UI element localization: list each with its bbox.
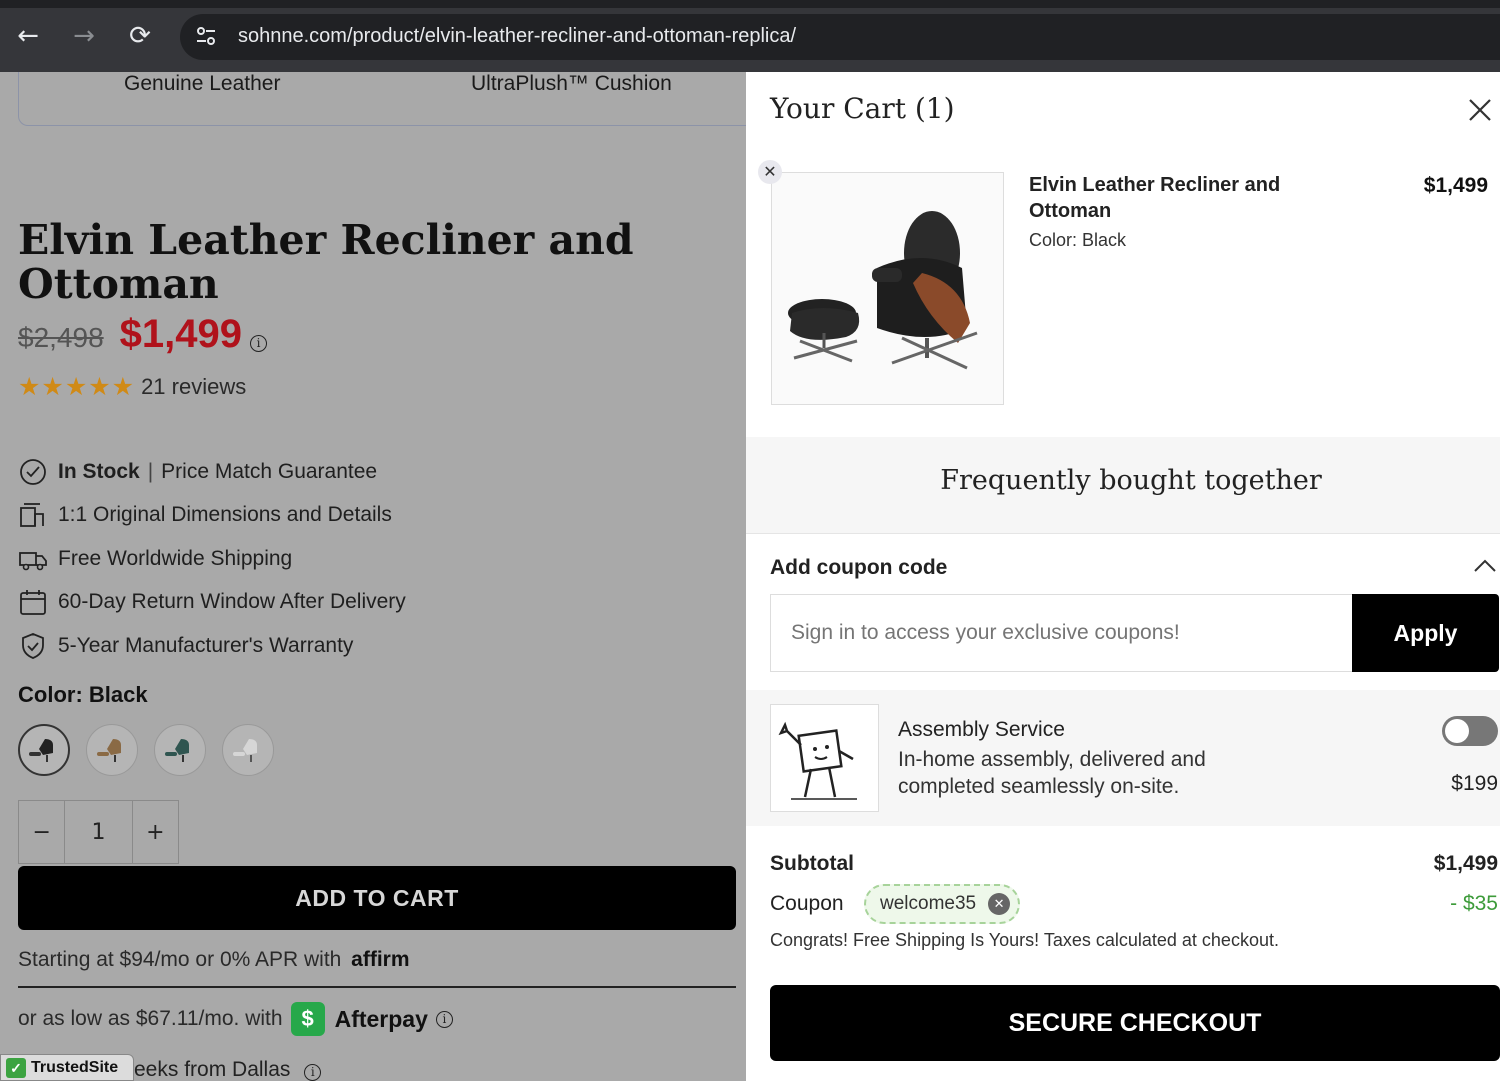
affirm-financing[interactable]: Starting at $94/mo or 0% APR with affirm: [18, 948, 736, 988]
address-bar[interactable]: sohnne.com/product/elvin-leather-recline…: [180, 14, 1500, 60]
rating[interactable]: ★★★★★ 21 reviews: [18, 372, 246, 401]
swatch-white[interactable]: [222, 724, 274, 776]
check-circle-icon: [20, 458, 46, 485]
afterpay-text: or as low as $67.11/mo. with: [18, 1007, 283, 1030]
assembly-illustration: [770, 704, 879, 812]
delivery-estimate: eeks from Dallas i: [134, 1058, 322, 1081]
qty-value[interactable]: 1: [64, 801, 133, 863]
chair-white-icon: [233, 739, 257, 762]
shield-check-icon: [22, 632, 44, 659]
product-title: Elvin Leather Recliner and Ottoman: [18, 216, 634, 308]
affirm-logo: affirm: [351, 948, 410, 971]
afterpay-logo: Afterpay: [334, 1005, 428, 1032]
affirm-text: Starting at $94/mo or 0% APR with: [18, 948, 342, 971]
afterpay-info-icon[interactable]: i: [435, 1010, 453, 1028]
feature-returns: 60-Day Return Window After Delivery: [18, 581, 406, 625]
reload-icon[interactable]: ⟳: [122, 18, 158, 54]
swatch-tan[interactable]: [86, 724, 138, 776]
cart-item-price: $1,499: [1423, 174, 1488, 197]
afterpay-financing[interactable]: or as low as $67.11/mo. with $ Afterpay …: [18, 1002, 453, 1036]
coupon-discount: - $35: [1450, 892, 1498, 915]
url-text: sohnne.com/product/elvin-leather-recline…: [238, 25, 797, 47]
cart-title: Your Cart (1): [770, 92, 955, 125]
cart-drawer: Your Cart (1) ✕ Elvin Leather Recliner a…: [746, 72, 1500, 1081]
frequently-bought-together: Frequently bought together: [746, 437, 1500, 533]
applied-coupon-tag: welcome35 ✕: [864, 884, 1021, 924]
qty-increase-button[interactable]: +: [133, 801, 178, 863]
in-stock-label: In Stock: [58, 459, 140, 483]
feature-in-stock: In Stock | Price Match Guarantee: [18, 450, 406, 494]
coupon-input[interactable]: [770, 594, 1354, 672]
delivery-info-icon[interactable]: i: [304, 1064, 322, 1081]
coupon-heading[interactable]: Add coupon code: [770, 556, 947, 580]
qty-decrease-button[interactable]: −: [19, 801, 64, 863]
chair-black-icon: [29, 739, 53, 762]
feature-shipping: Free Worldwide Shipping: [18, 537, 406, 581]
coupon-code: welcome35: [880, 893, 977, 914]
delivery-text: eeks from Dallas: [134, 1058, 291, 1081]
assembly-description: In-home assembly, delivered and complete…: [898, 748, 1206, 798]
remove-item-icon[interactable]: ✕: [758, 160, 782, 184]
features-bar: Genuine Leather UltraPlush™ Cushion: [18, 72, 746, 126]
assembly-toggle[interactable]: [1442, 716, 1498, 746]
swatch-black[interactable]: [18, 724, 70, 776]
chevron-up-icon[interactable]: [1472, 556, 1498, 576]
back-arrow-icon[interactable]: ←: [10, 18, 46, 54]
feature-warranty: 5-Year Manufacturer's Warranty: [18, 624, 406, 668]
coupon-label: Coupon: [770, 892, 844, 915]
cart-item-name[interactable]: Elvin Leather Recliner and Ottoman: [1029, 172, 1289, 224]
cart-item-color: Color: Black: [1029, 230, 1127, 250]
trustedsite-label: TrustedSite: [31, 1058, 119, 1076]
close-icon[interactable]: [1464, 94, 1496, 126]
assembly-title: Assembly Service: [898, 718, 1065, 741]
truck-icon: [19, 551, 47, 571]
calendar-icon: [20, 590, 46, 616]
feature-ultraplush: UltraPlush™ Cushion: [471, 72, 672, 95]
forward-arrow-icon[interactable]: →: [66, 18, 102, 54]
chair-tan-icon: [97, 739, 121, 762]
feature-list: In Stock | Price Match Guarantee 1:1 Origi…: [18, 450, 406, 668]
color-swatches: [18, 724, 274, 776]
browser-toolbar: ← → ⟳ sohnne.com/product/elvin-leather-r…: [0, 0, 1500, 72]
trusted-check-icon: ✓: [6, 1057, 26, 1078]
star-rating-icon: ★★★★★: [18, 372, 136, 401]
swatch-teal[interactable]: [154, 724, 206, 776]
original-price: $2,498: [18, 322, 104, 353]
info-icon[interactable]: i: [249, 335, 267, 352]
shipping-label: Free Worldwide Shipping: [58, 546, 293, 570]
ruler-chair-icon: [20, 503, 44, 528]
apply-button[interactable]: Apply: [1352, 594, 1499, 672]
quantity-stepper: − 1 +: [18, 800, 179, 864]
price-row: $2,498 $1,499 i: [18, 312, 267, 362]
remove-coupon-icon[interactable]: ✕: [988, 893, 1011, 915]
warranty-label: 5-Year Manufacturer's Warranty: [58, 633, 354, 657]
fbt-title: Frequently bought together: [940, 465, 1322, 496]
shipping-message: Congrats! Free Shipping Is Yours! Taxes …: [770, 930, 1279, 950]
secure-checkout-button[interactable]: SECURE CHECKOUT: [770, 985, 1500, 1061]
sale-price: $1,499: [119, 312, 242, 356]
cart-item-image[interactable]: [771, 172, 1004, 405]
coupon-section: Add coupon code Apply: [746, 533, 1500, 690]
reviews-link[interactable]: 21 reviews: [141, 374, 246, 400]
returns-label: 60-Day Return Window After Delivery: [58, 590, 406, 614]
feature-dimensions: 1:1 Original Dimensions and Details: [18, 494, 406, 538]
site-settings-icon[interactable]: [194, 25, 218, 49]
price-match-label: Price Match Guarantee: [161, 459, 378, 483]
color-label: Color: Black: [18, 682, 148, 707]
feature-genuine-leather: Genuine Leather: [124, 72, 281, 95]
product-page: Genuine Leather UltraPlush™ Cushion Elvi…: [0, 72, 746, 1081]
dimensions-label: 1:1 Original Dimensions and Details: [58, 503, 392, 527]
assembly-service: Assembly Service In-home assembly, deliv…: [746, 690, 1500, 826]
trustedsite-badge[interactable]: ✓ TrustedSite: [0, 1054, 134, 1081]
add-to-cart-button[interactable]: ADD TO CART: [18, 866, 736, 930]
chair-teal-icon: [165, 739, 189, 762]
subtotal-label: Subtotal: [770, 852, 854, 875]
assembly-price: $199: [1451, 772, 1498, 795]
subtotal-value: $1,499: [1433, 852, 1498, 875]
afterpay-dollar-icon: $: [290, 1002, 325, 1036]
